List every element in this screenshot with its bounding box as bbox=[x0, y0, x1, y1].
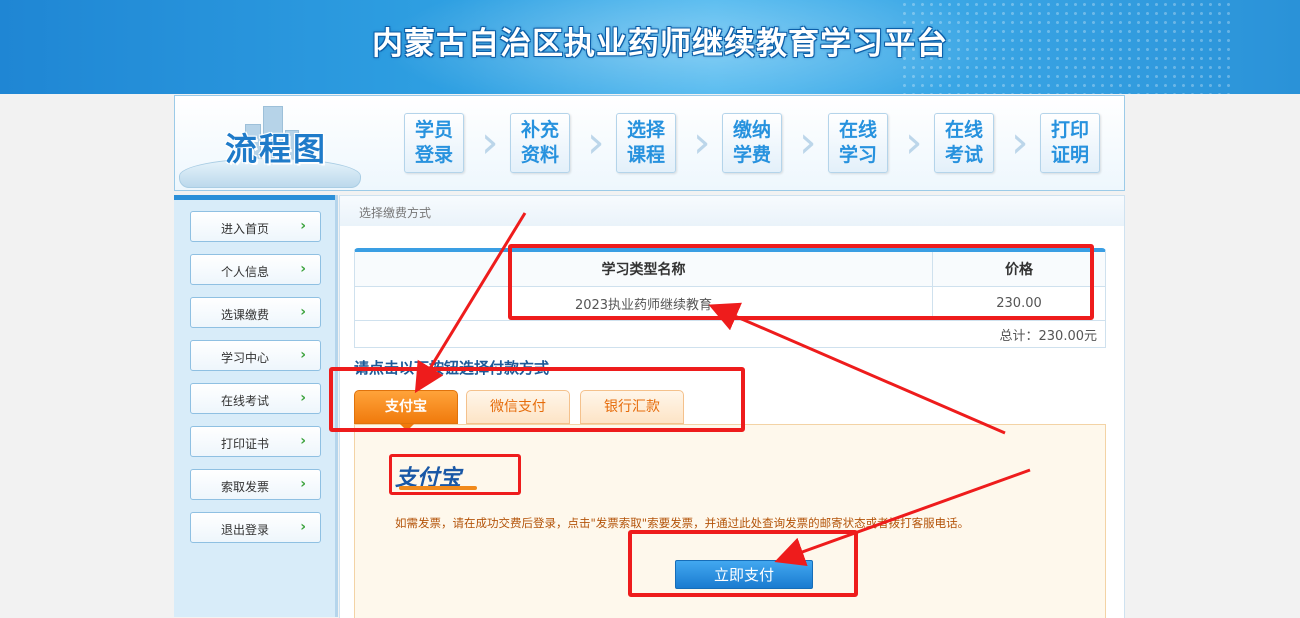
order-total: 总计：230.00元 bbox=[999, 329, 1098, 344]
chevron-right-icon: › bbox=[799, 117, 817, 168]
sidebar-item-online-exam[interactable]: 在线考试 › bbox=[190, 383, 321, 414]
step-online-exam: 在线 考试 bbox=[934, 113, 994, 173]
main-content: 选择缴费方式 学习类型名称 价格 2023执业药师继续教育 230.00 总计：… bbox=[339, 195, 1125, 618]
alipay-swoosh bbox=[399, 486, 477, 490]
chevron-right-icon: › bbox=[300, 304, 306, 320]
pay-now-button[interactable]: 立即支付 bbox=[675, 560, 813, 589]
course-type-name: 2023执业药师继续教育 bbox=[355, 286, 933, 321]
chevron-right-icon: › bbox=[300, 390, 306, 406]
sidebar-item-home[interactable]: 进入首页 › bbox=[190, 211, 321, 242]
sidebar-item-learning-center[interactable]: 学习中心 › bbox=[190, 340, 321, 371]
chevron-right-icon: › bbox=[693, 117, 711, 168]
step-supplement-info: 补充 资料 bbox=[510, 113, 570, 173]
flow-logo-text: 流程图 bbox=[225, 130, 328, 168]
sidebar-item-profile[interactable]: 个人信息 › bbox=[190, 254, 321, 285]
sidebar-item-request-invoice[interactable]: 索取发票 › bbox=[190, 469, 321, 500]
chevron-right-icon: › bbox=[1011, 117, 1029, 168]
chevron-right-icon: › bbox=[300, 519, 306, 535]
step-student-login: 学员 登录 bbox=[404, 113, 464, 173]
table-row: 2023执业药师继续教育 230.00 bbox=[355, 286, 1105, 321]
sidebar-item-logout[interactable]: 退出登录 › bbox=[190, 512, 321, 543]
step-select-course: 选择 课程 bbox=[616, 113, 676, 173]
step-online-study: 在线 学习 bbox=[828, 113, 888, 173]
chevron-right-icon: › bbox=[300, 433, 306, 449]
order-table: 学习类型名称 价格 2023执业药师继续教育 230.00 bbox=[355, 252, 1105, 321]
step-print-certificate: 打印 证明 bbox=[1040, 113, 1100, 173]
chevron-right-icon: › bbox=[300, 347, 306, 363]
sidebar-item-course-payment[interactable]: 选课缴费 › bbox=[190, 297, 321, 328]
process-flow-bar: 流程图 学员 登录 › 补充 资料 › 选择 课程 › 缴纳 学费 › 在线 学习 › 在… bbox=[174, 95, 1125, 191]
column-header-course-type: 学习类型名称 bbox=[355, 252, 933, 287]
payment-method-title: 请点击以下按钮选择付款方式 bbox=[354, 359, 550, 377]
chevron-right-icon: › bbox=[481, 117, 499, 168]
breadcrumb-current: 选择缴费方式 bbox=[359, 206, 432, 220]
header-banner: 内蒙古自治区执业药师继续教育学习平台 bbox=[0, 0, 1300, 94]
table-header-row: 学习类型名称 价格 bbox=[355, 252, 1105, 287]
sidebar-item-print-certificate[interactable]: 打印证书 › bbox=[190, 426, 321, 457]
chevron-right-icon: › bbox=[300, 218, 306, 234]
column-header-price: 价格 bbox=[932, 252, 1105, 287]
order-summary: 学习类型名称 价格 2023执业药师继续教育 230.00 总计：230.00元 bbox=[354, 248, 1106, 348]
tab-bank-transfer[interactable]: 银行汇款 bbox=[580, 390, 684, 424]
breadcrumb: 选择缴费方式 bbox=[340, 196, 1124, 226]
sidebar-nav: 进入首页 › 个人信息 › 选课缴费 › 学习中心 › 在线考试 › 打印证书 … bbox=[174, 195, 338, 617]
alipay-logo: 支付宝 bbox=[395, 460, 487, 491]
chevron-right-icon: › bbox=[587, 117, 605, 168]
step-pay-tuition: 缴纳 学费 bbox=[722, 113, 782, 173]
tab-alipay[interactable]: 支付宝 bbox=[354, 390, 458, 424]
chevron-right-icon: › bbox=[300, 476, 306, 492]
site-title: 内蒙古自治区执业药师继续教育学习平台 bbox=[372, 26, 948, 62]
chevron-right-icon: › bbox=[300, 261, 306, 277]
chevron-right-icon: › bbox=[905, 117, 923, 168]
alipay-panel: 支付宝 如需发票，请在成功交费后登录，点击"发票索取"索要发票，并通过此处查询发… bbox=[354, 424, 1106, 618]
sidebar-accent-line bbox=[174, 195, 335, 200]
active-tab-pointer bbox=[400, 424, 414, 431]
course-price: 230.00 bbox=[932, 286, 1105, 321]
flow-logo: 流程图 bbox=[175, 96, 375, 190]
invoice-notice: 如需发票，请在成功交费后登录，点击"发票索取"索要发票，并通过此处查询发票的邮寄… bbox=[395, 516, 970, 530]
tab-wechat-pay[interactable]: 微信支付 bbox=[466, 390, 570, 424]
